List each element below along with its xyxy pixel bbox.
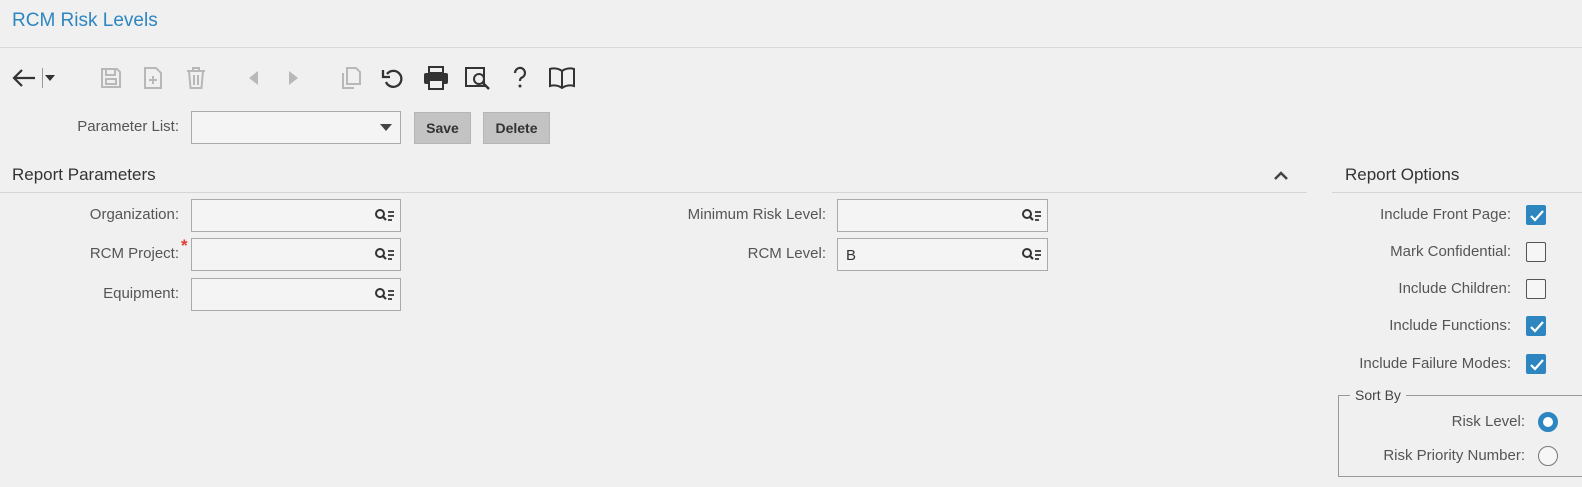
title-bar: RCM Risk Levels — [0, 0, 1582, 48]
dropdown-caret-icon[interactable] — [380, 124, 392, 131]
include-children-checkbox[interactable] — [1526, 279, 1546, 299]
required-asterisk: * — [181, 236, 188, 255]
minimum-risk-level-label: Minimum Risk Level: — [687, 206, 826, 223]
equipment-label: Equipment: — [103, 285, 179, 302]
risk-priority-number-label: Risk Priority Number: — [1383, 447, 1525, 464]
risk-level-label: Risk Level: — [1451, 413, 1525, 430]
include-front-page-checkbox[interactable] — [1526, 205, 1546, 225]
mark-confidential-checkbox[interactable] — [1526, 242, 1546, 262]
next-icon[interactable] — [278, 62, 310, 94]
include-failure-modes-label: Include Failure Modes: — [1359, 355, 1511, 372]
risk-level-radio[interactable] — [1538, 412, 1558, 432]
parameter-list-label: Parameter List: — [77, 118, 179, 135]
save-icon[interactable] — [95, 62, 127, 94]
report-parameters-title: Report Parameters — [12, 165, 156, 184]
organization-label: Organization: — [89, 206, 179, 223]
include-children-label: Include Children: — [1398, 280, 1511, 297]
copy-icon[interactable] — [335, 62, 367, 94]
include-functions-label: Include Functions: — [1389, 317, 1511, 334]
lookup-icon[interactable] — [374, 287, 396, 303]
lookup-icon[interactable] — [374, 208, 396, 224]
previous-icon[interactable] — [237, 62, 269, 94]
print-icon[interactable] — [420, 62, 452, 94]
report-options-title: Report Options — [1345, 165, 1460, 184]
book-icon[interactable] — [546, 62, 578, 94]
parameter-list-select[interactable] — [191, 111, 401, 144]
mark-confidential-label: Mark Confidential: — [1390, 243, 1511, 260]
rcm-level-field[interactable]: B — [837, 238, 1048, 271]
include-front-page-label: Include Front Page: — [1380, 206, 1511, 223]
help-icon[interactable] — [504, 62, 536, 94]
refresh-icon[interactable] — [377, 62, 409, 94]
section-divider — [0, 192, 1307, 193]
page-title: RCM Risk Levels — [12, 10, 158, 31]
rcm-level-value: B — [846, 247, 857, 264]
rcm-project-label: RCM Project: — [89, 245, 179, 262]
section-divider — [1332, 192, 1582, 193]
lookup-icon[interactable] — [1021, 208, 1043, 224]
organization-field[interactable] — [191, 199, 401, 232]
equipment-field[interactable] — [191, 278, 401, 311]
delete-button[interactable]: Delete — [483, 112, 550, 144]
include-functions-checkbox[interactable] — [1526, 316, 1546, 336]
lookup-icon[interactable] — [1021, 247, 1043, 263]
risk-priority-number-radio[interactable] — [1538, 446, 1558, 466]
rcm-level-label: RCM Level: — [747, 245, 826, 262]
collapse-chevron-icon[interactable] — [1273, 168, 1293, 184]
sort-by-legend: Sort By — [1350, 387, 1406, 403]
print-preview-icon[interactable] — [462, 62, 494, 94]
include-failure-modes-checkbox[interactable] — [1526, 354, 1546, 374]
back-arrow-icon[interactable] — [8, 62, 40, 94]
new-record-icon[interactable] — [137, 62, 169, 94]
lookup-icon[interactable] — [374, 247, 396, 263]
save-button[interactable]: Save — [414, 112, 471, 144]
minimum-risk-level-field[interactable] — [837, 199, 1048, 232]
chevron-down-icon[interactable] — [40, 62, 60, 94]
rcm-project-field[interactable] — [191, 238, 401, 271]
delete-icon[interactable] — [180, 62, 212, 94]
toolbar — [0, 62, 700, 94]
